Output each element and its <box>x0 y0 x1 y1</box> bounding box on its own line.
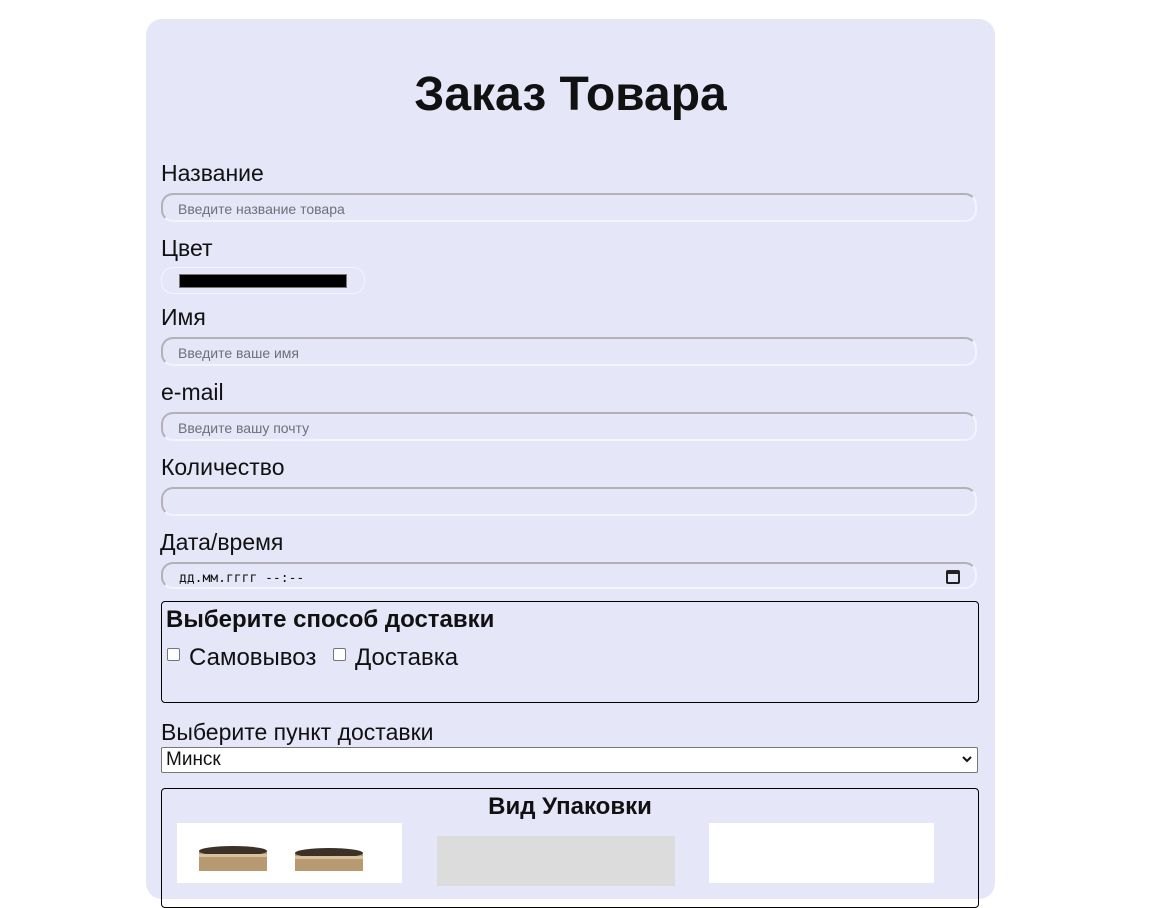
order-form-card: Заказ Товара Название Введите название т… <box>146 19 995 908</box>
pickup-checkbox-label[interactable]: Самовывоз <box>189 644 316 672</box>
quantity-label: Количество <box>161 454 285 480</box>
delivery-method-legend: Выберите способ доставки <box>166 606 495 633</box>
packaging-option-3-image[interactable] <box>709 823 934 883</box>
email-placeholder: Введите вашу почту <box>178 420 310 436</box>
product-name-placeholder: Введите название товара <box>178 201 345 217</box>
datetime-input[interactable]: дд.мм.гггг --:-- <box>161 562 977 589</box>
color-swatch <box>179 274 347 288</box>
name-label: Название <box>161 160 264 186</box>
pickup-point-label: Выберите пункт доставки <box>161 719 434 745</box>
chevron-down-icon <box>962 756 972 763</box>
packaging-option-1-image[interactable] <box>177 823 402 883</box>
pickup-point-selected: Минск <box>166 749 221 770</box>
pickup-checkbox[interactable] <box>167 648 180 661</box>
person-name-placeholder: Введите ваше имя <box>178 345 300 361</box>
datetime-placeholder: дд.мм.гггг --:-- <box>179 571 305 586</box>
delivery-method-group: Выберите способ доставки Самовывоз Доста… <box>161 601 979 703</box>
page-title: Заказ Товара <box>414 68 727 121</box>
product-name-input[interactable]: Введите название товара <box>161 193 977 222</box>
email-label: e-mail <box>161 379 224 405</box>
delivery-checkbox-label[interactable]: Доставка <box>355 644 458 672</box>
person-name-input[interactable]: Введите ваше имя <box>161 337 977 366</box>
quantity-input[interactable] <box>161 487 977 516</box>
person-name-label: Имя <box>161 304 206 330</box>
packaging-title: Вид Упаковки <box>488 793 652 820</box>
datetime-label: Дата/время <box>160 529 284 555</box>
color-label: Цвет <box>161 235 213 261</box>
calendar-icon[interactable] <box>946 570 960 584</box>
pickup-point-select[interactable]: Минск <box>161 747 978 773</box>
packaging-option-2-image[interactable] <box>437 836 675 886</box>
email-field[interactable]: Введите вашу почту <box>161 412 977 441</box>
delivery-checkbox[interactable] <box>333 648 346 661</box>
color-picker[interactable] <box>161 267 365 294</box>
packaging-group: Вид Упаковки <box>161 788 979 908</box>
